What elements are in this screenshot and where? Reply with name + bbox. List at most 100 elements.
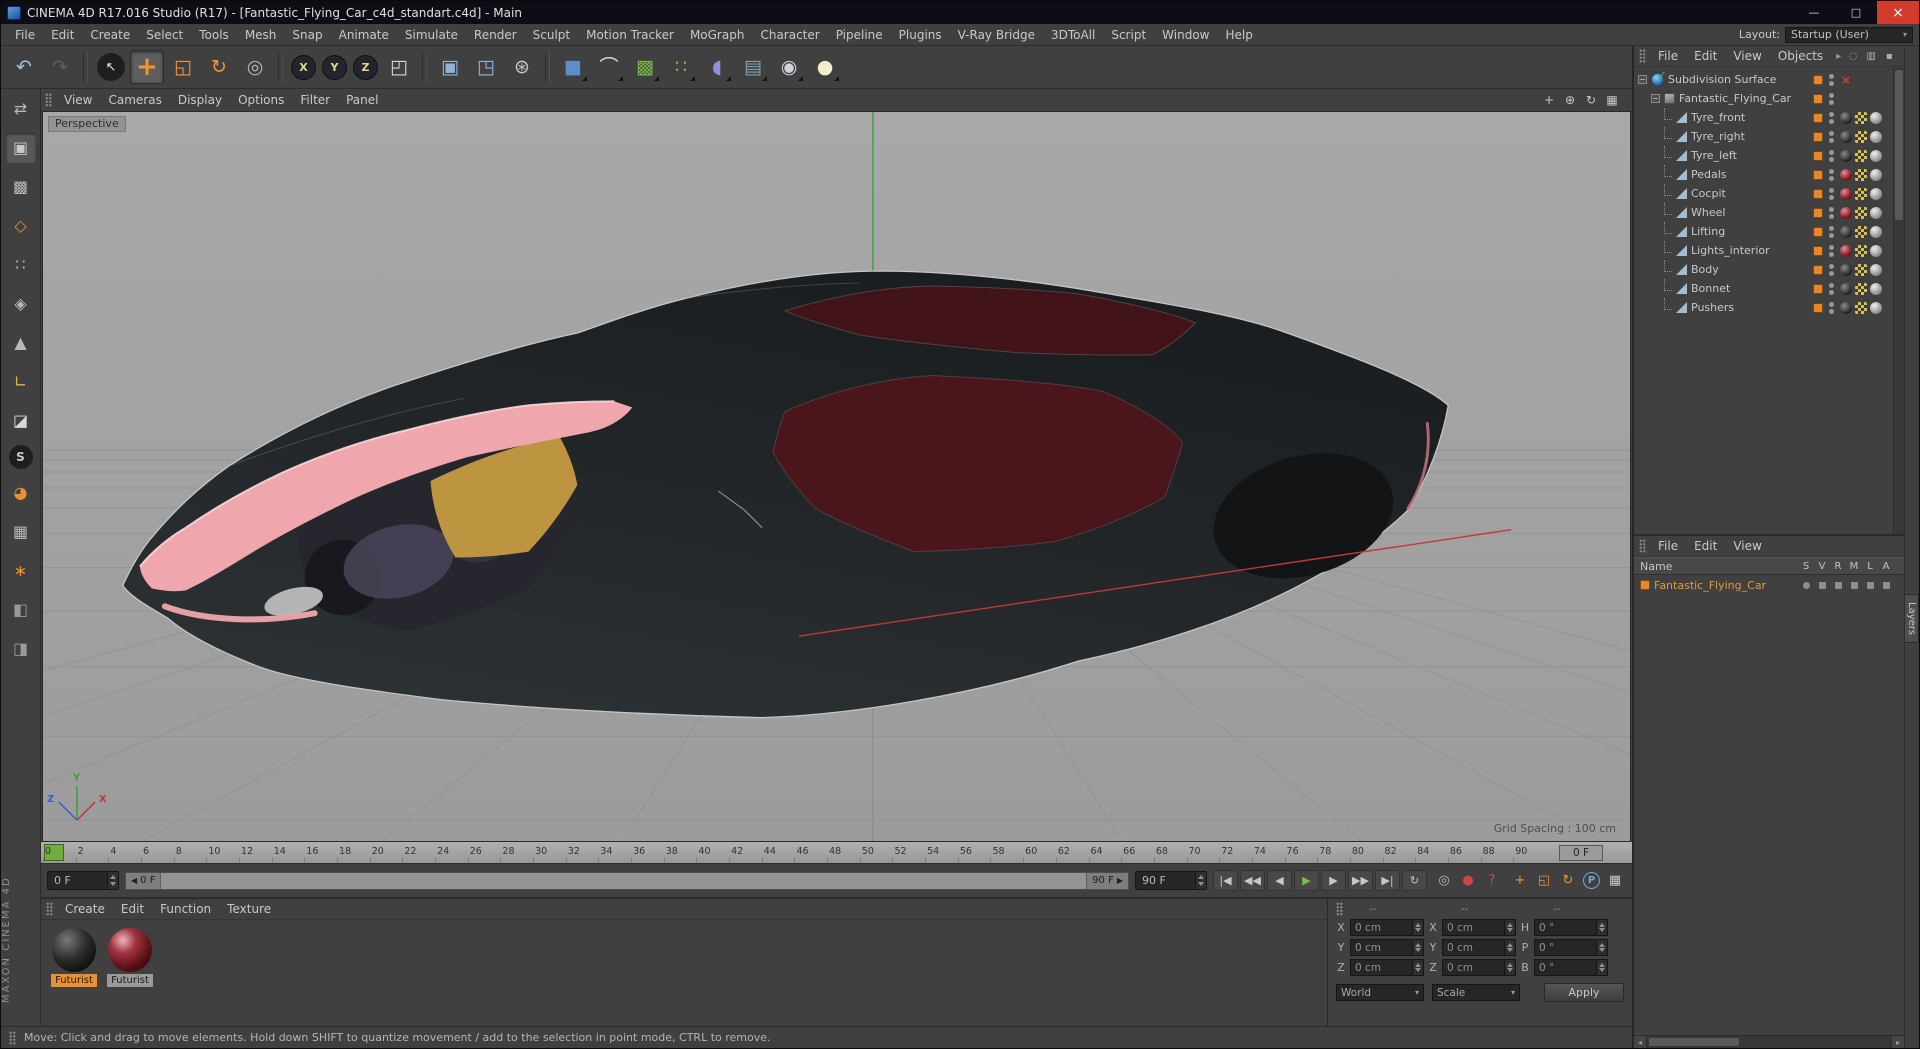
range-slider[interactable]: ◀ 0 F 90 F ▶: [125, 871, 1129, 890]
render-view-icon[interactable]: ▣: [433, 50, 467, 84]
layer-color-chip[interactable]: [1813, 207, 1823, 218]
coordinate-system-icon[interactable]: ◰: [382, 50, 416, 84]
object-row[interactable]: Tyre_left: [1634, 146, 1892, 165]
phong-tag-icon[interactable]: [1870, 206, 1882, 219]
field-spinner[interactable]: [1412, 920, 1423, 935]
size-field[interactable]: 0 cm: [1442, 959, 1516, 976]
layer-color-chip[interactable]: [1813, 302, 1823, 313]
object-row[interactable]: − Subdivision Surface ×: [1634, 70, 1892, 89]
object-name[interactable]: Pushers: [1691, 301, 1734, 314]
phong-tag-icon[interactable]: [1870, 130, 1882, 143]
camera-label[interactable]: Perspective: [48, 116, 126, 132]
menu-v-ray-bridge[interactable]: V-Ray Bridge: [950, 24, 1043, 45]
panel-grip[interactable]: [46, 902, 53, 916]
go-to-start-icon[interactable]: |◀: [1213, 870, 1238, 891]
minimize-button[interactable]: —: [1793, 1, 1835, 24]
uvw-tag-icon[interactable]: [1855, 225, 1867, 238]
object-row[interactable]: Tyre_front: [1634, 108, 1892, 127]
layer-color-chip[interactable]: [1813, 112, 1823, 123]
layer-toggle-s[interactable]: [1798, 581, 1814, 589]
layer-color-chip[interactable]: [1813, 283, 1823, 294]
menu-window[interactable]: Window: [1154, 24, 1217, 45]
field-spinner[interactable]: [1596, 960, 1607, 975]
visibility-toggles[interactable]: [1829, 282, 1834, 295]
rotation-field[interactable]: 0 °: [1534, 939, 1608, 956]
object-row[interactable]: Cocpit: [1634, 184, 1892, 203]
visibility-toggles[interactable]: [1829, 130, 1834, 143]
phong-tag-icon[interactable]: [1870, 187, 1882, 200]
expander-icon[interactable]: −: [1638, 75, 1647, 84]
previous-frame-icon[interactable]: ◀: [1267, 870, 1292, 891]
paint-tool-icon[interactable]: ◪: [6, 406, 36, 436]
key-selection-icon[interactable]: ▦: [1604, 871, 1626, 891]
layer-toggle-a[interactable]: [1878, 581, 1894, 589]
layer-row[interactable]: Fantastic_Flying_Car: [1634, 575, 1904, 595]
viewport[interactable]: Y X Z Perspective Grid Spacing : 100 cm: [42, 111, 1631, 842]
visibility-toggles[interactable]: [1829, 149, 1834, 162]
object-name[interactable]: Subdivision Surface: [1668, 73, 1776, 86]
object-name[interactable]: Lifting: [1691, 225, 1725, 238]
record-keyframe-icon[interactable]: ●: [1457, 871, 1479, 891]
menu-mograph[interactable]: MoGraph: [682, 24, 753, 45]
layers-menu-edit[interactable]: Edit: [1686, 539, 1725, 553]
uvw-tag-icon[interactable]: [1855, 130, 1867, 143]
viewport-menu-display[interactable]: Display: [170, 93, 230, 107]
material-tag-icon[interactable]: [1840, 187, 1852, 200]
uvw-tag-icon[interactable]: [1855, 206, 1867, 219]
visibility-toggles[interactable]: [1829, 263, 1834, 276]
field-spinner[interactable]: [1412, 940, 1423, 955]
key-position-icon[interactable]: +: [1509, 871, 1531, 891]
move-tool-icon[interactable]: +: [130, 50, 164, 84]
panel-grip[interactable]: [45, 93, 52, 107]
layer-toggle-l[interactable]: [1862, 581, 1878, 589]
uvw-tag-icon[interactable]: [1855, 282, 1867, 295]
keyframe-help-icon[interactable]: ?: [1481, 871, 1503, 891]
viewport-toggle-icon[interactable]: ▦: [1604, 92, 1620, 108]
panel-grip[interactable]: [1336, 902, 1343, 916]
material-tag-icon[interactable]: [1840, 263, 1852, 276]
range-end-handle[interactable]: 90 F ▶: [1086, 872, 1128, 889]
texture-mode-icon[interactable]: ▩: [6, 172, 36, 202]
layer-color-chip[interactable]: [1813, 245, 1823, 256]
deformer-icon[interactable]: ◖: [700, 50, 734, 84]
phong-tag-icon[interactable]: [1870, 244, 1882, 257]
menu-snap[interactable]: Snap: [284, 24, 330, 45]
viewport-menu-options[interactable]: Options: [230, 93, 292, 107]
scroll-left-icon[interactable]: ◂: [1634, 1036, 1647, 1048]
subdivision-surface-icon[interactable]: ▩: [628, 50, 662, 84]
object-name[interactable]: Bonnet: [1691, 282, 1730, 295]
last-tool-icon[interactable]: ◎: [238, 50, 272, 84]
menu-motion-tracker[interactable]: Motion Tracker: [578, 24, 682, 45]
lock-y-axis-icon[interactable]: Y: [322, 54, 347, 80]
phong-tag-icon[interactable]: [1870, 168, 1882, 181]
scale-tool-icon[interactable]: ◱: [166, 50, 200, 84]
material-tag-icon[interactable]: [1840, 111, 1852, 124]
workplane-mode-icon[interactable]: ◇: [6, 211, 36, 241]
red-x-tag-icon[interactable]: ×: [1840, 73, 1852, 87]
array-generator-icon[interactable]: ∷: [664, 50, 698, 84]
object-row[interactable]: Lights_interior: [1634, 241, 1892, 260]
visibility-toggles[interactable]: [1829, 187, 1834, 200]
menu-mesh[interactable]: Mesh: [237, 24, 285, 45]
position-field[interactable]: 0 cm: [1350, 939, 1424, 956]
material-swatch[interactable]: Futurist: [51, 928, 97, 987]
layer-toggle-m[interactable]: [1846, 581, 1862, 589]
object-row[interactable]: Lifting: [1634, 222, 1892, 241]
size-field[interactable]: 0 cm: [1442, 919, 1516, 936]
menu-help[interactable]: Help: [1217, 24, 1260, 45]
field-spinner[interactable]: [1504, 940, 1515, 955]
make-editable-icon[interactable]: ⇄: [6, 94, 36, 124]
uvw-tag-icon[interactable]: [1855, 301, 1867, 314]
redo-icon[interactable]: ↷: [43, 50, 77, 84]
expander-icon[interactable]: −: [1651, 94, 1660, 103]
uvw-tag-icon[interactable]: [1855, 168, 1867, 181]
object-name[interactable]: Pedals: [1691, 168, 1727, 181]
object-name[interactable]: Body: [1691, 263, 1719, 276]
om-search-icon[interactable]: ◌: [1846, 49, 1860, 63]
play-icon[interactable]: ▶: [1294, 870, 1319, 891]
end-frame-field[interactable]: 90 F: [1135, 871, 1207, 890]
layers-menu-view[interactable]: View: [1725, 539, 1769, 553]
object-row[interactable]: Wheel: [1634, 203, 1892, 222]
scrollbar-thumb[interactable]: [1895, 70, 1903, 220]
field-spinner[interactable]: [1596, 940, 1607, 955]
